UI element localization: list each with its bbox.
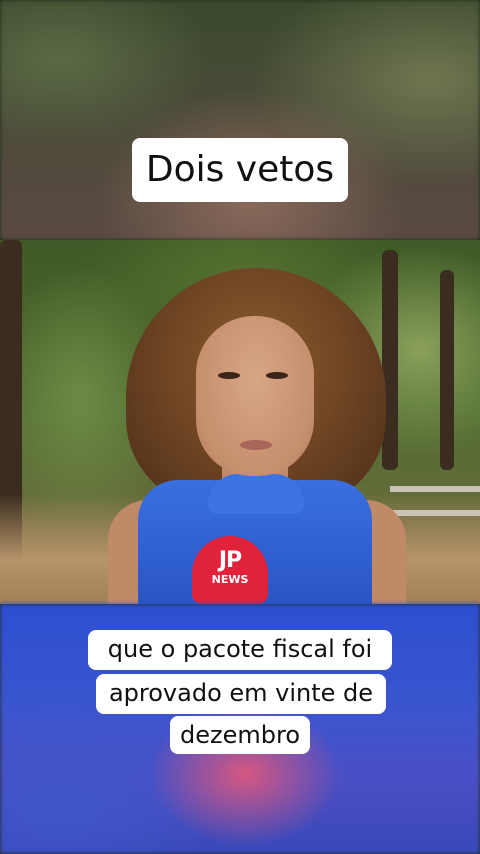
mic-logo-sub: NEWS bbox=[211, 573, 249, 586]
woman-lips bbox=[240, 440, 272, 450]
fence-rail bbox=[390, 510, 480, 516]
news-microphone: JP NEWS bbox=[192, 536, 268, 604]
blurred-background-top bbox=[0, 0, 480, 240]
tree-trunk-far-right bbox=[440, 270, 454, 470]
blouse-collar bbox=[208, 474, 304, 514]
mic-logo: JP bbox=[218, 548, 242, 573]
woman-face bbox=[196, 316, 314, 476]
right-eye bbox=[266, 372, 288, 379]
tree-trunk-right bbox=[382, 250, 398, 470]
left-eye bbox=[218, 372, 240, 379]
caption-title: Dois vetos bbox=[132, 138, 348, 202]
caption-line-3: dezembro bbox=[170, 716, 310, 754]
caption-line-1: que o pacote fiscal foi bbox=[88, 630, 392, 670]
video-frame: JP NEWS bbox=[0, 240, 480, 604]
caption-line-2: aprovado em vinte de bbox=[96, 674, 386, 714]
fence-rail bbox=[390, 486, 480, 492]
